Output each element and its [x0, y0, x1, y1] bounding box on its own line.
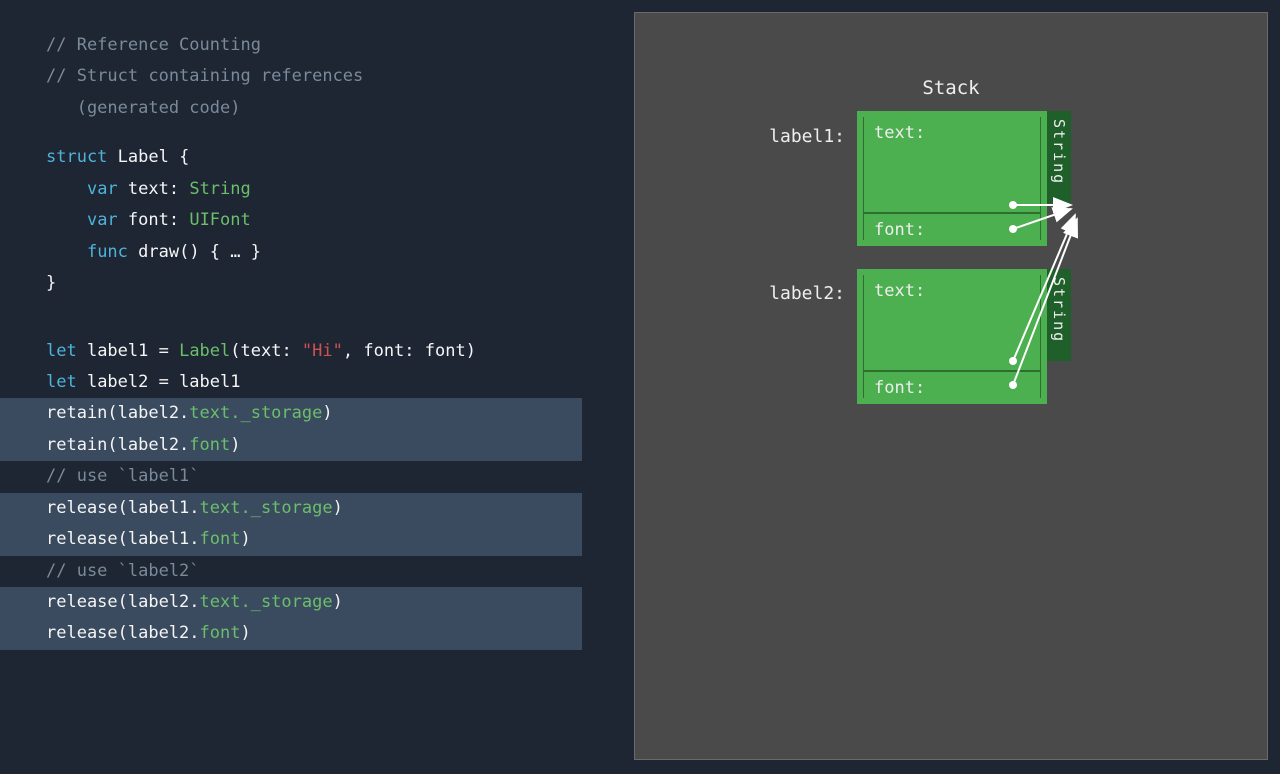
- code-line: func draw() { … }: [46, 237, 620, 268]
- code-line-highlighted: retain(label2.font): [0, 430, 582, 461]
- field-text: text:: [863, 275, 1041, 371]
- diagram-panel: Stack label1: label2: text: font: text: …: [634, 12, 1268, 760]
- stack-title: Stack: [635, 77, 1267, 99]
- code-line: struct Label {: [46, 142, 620, 173]
- code-line: var font: UIFont: [46, 205, 620, 236]
- code-line: var text: String: [46, 174, 620, 205]
- code-line: (generated code): [46, 93, 620, 124]
- code-line-highlighted: retain(label2.text._storage): [0, 398, 582, 429]
- code-line: let label1 = Label(text: "Hi", font: fon…: [46, 336, 620, 367]
- field-font: font:: [863, 371, 1041, 398]
- code-line-highlighted: release(label2.font): [0, 618, 582, 649]
- field-font: font:: [863, 213, 1041, 240]
- stack-box-label2: text: font:: [857, 269, 1047, 404]
- code-line: let label2 = label1: [46, 367, 620, 398]
- stack-label-2: label2:: [755, 283, 845, 304]
- code-line-highlighted: release(label2.text._storage): [0, 587, 582, 618]
- code-line: // use `label1`: [46, 461, 620, 492]
- code-line-highlighted: release(label1.font): [0, 524, 582, 555]
- code-line: // use `label2`: [46, 556, 620, 587]
- code-line-highlighted: release(label1.text._storage): [0, 493, 582, 524]
- stack-box-label1: text: font:: [857, 111, 1047, 246]
- string-heap-tag-2: String: [1047, 269, 1071, 361]
- code-panel: // Reference Counting // Struct containi…: [0, 0, 620, 680]
- code-line: }: [46, 268, 620, 299]
- code-line: // Struct containing references: [46, 61, 620, 92]
- stack-label-1: label1:: [755, 126, 845, 147]
- field-text: text:: [863, 117, 1041, 213]
- string-heap-tag-1: String: [1047, 111, 1071, 203]
- code-line: // Reference Counting: [46, 30, 620, 61]
